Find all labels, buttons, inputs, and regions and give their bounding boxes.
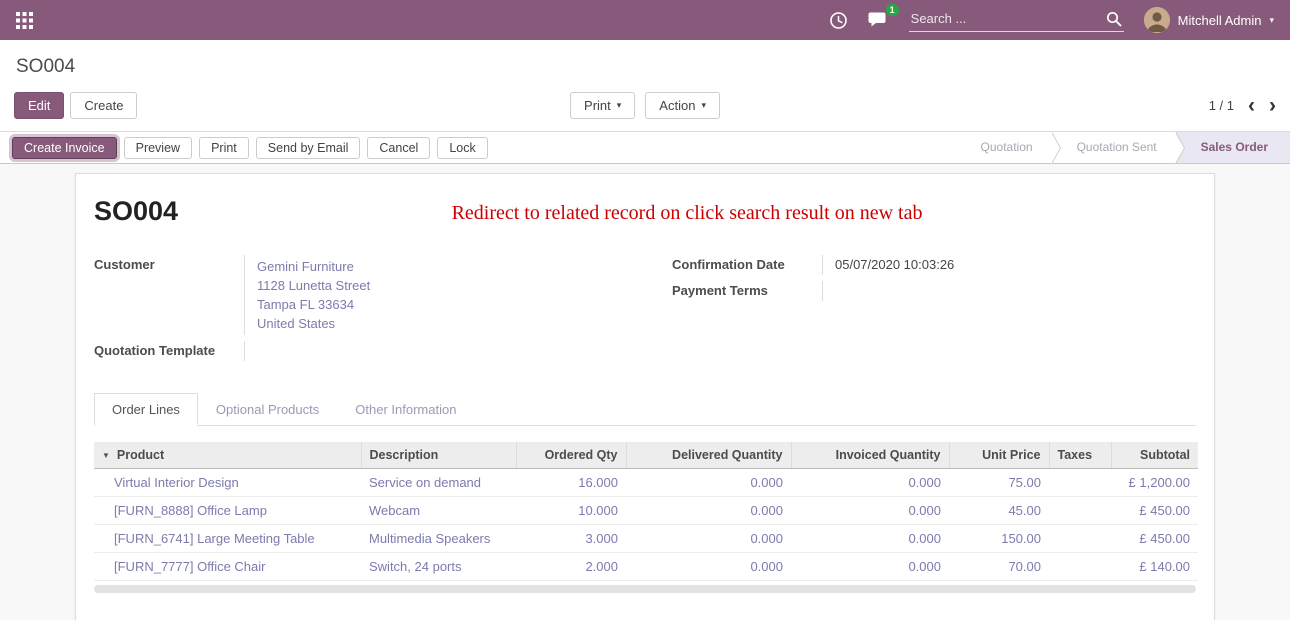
payment-terms-value xyxy=(822,281,1196,301)
global-search-input[interactable] xyxy=(911,11,1100,26)
pager-next-icon[interactable]: › xyxy=(1269,95,1276,116)
pager: 1 / 1 ‹ › xyxy=(720,95,1276,116)
pager-previous-icon[interactable]: ‹ xyxy=(1248,95,1255,116)
notebook-tabs: Order Lines Optional Products Other Info… xyxy=(94,393,1196,426)
customer-value[interactable]: Gemini Furniture 1128 Lunetta Street Tam… xyxy=(244,255,618,335)
lock-button[interactable]: Lock xyxy=(437,137,487,159)
apps-grid-glyph xyxy=(16,12,33,29)
statusbar-buttons: Create Invoice Preview Print Send by Ema… xyxy=(12,132,488,163)
column-header-unit-price[interactable]: Unit Price xyxy=(949,442,1049,469)
confirmation-date-value: 05/07/2020 10:03:26 xyxy=(822,255,1196,275)
create-button[interactable]: Create xyxy=(70,92,137,119)
column-header-taxes[interactable]: Taxes xyxy=(1049,442,1111,469)
step-quotation-sent[interactable]: Quotation Sent xyxy=(1051,132,1175,163)
red-annotation-text: Redirect to related record on click sear… xyxy=(178,196,1196,225)
tab-order-lines[interactable]: Order Lines xyxy=(94,393,198,426)
order-line-row[interactable]: Virtual Interior Design Service on deman… xyxy=(94,469,1198,497)
user-avatar xyxy=(1144,7,1170,33)
control-panel-buttons-row: Edit Create Print ▾ Action ▾ 1 / 1 ‹ › xyxy=(14,92,1276,119)
field-group-right: Confirmation Date 05/07/2020 10:03:26 Pa… xyxy=(672,255,1196,367)
pager-value: 1 / 1 xyxy=(1209,98,1234,113)
preview-button[interactable]: Preview xyxy=(124,137,192,159)
breadcrumb: SO004 xyxy=(16,56,1276,78)
quotation-template-label: Quotation Template xyxy=(94,341,244,361)
tab-optional-products[interactable]: Optional Products xyxy=(198,393,337,426)
cancel-button[interactable]: Cancel xyxy=(367,137,430,159)
order-line-row[interactable]: [FURN_8888] Office Lamp Webcam 10.000 0.… xyxy=(94,497,1198,525)
field-groups: Customer Gemini Furniture 1128 Lunetta S… xyxy=(94,255,1196,367)
confirmation-date-field: Confirmation Date 05/07/2020 10:03:26 xyxy=(672,255,1196,275)
table-horizontal-scrollbar[interactable] xyxy=(94,585,1196,593)
step-quotation[interactable]: Quotation xyxy=(955,132,1051,163)
column-header-product[interactable]: ▼Product xyxy=(94,442,361,469)
field-group-left: Customer Gemini Furniture 1128 Lunetta S… xyxy=(94,255,618,367)
tab-other-information[interactable]: Other Information xyxy=(337,393,474,426)
edit-button[interactable]: Edit xyxy=(14,92,64,119)
sort-caret-icon: ▼ xyxy=(102,451,110,460)
odoo-window: 1 Mitche xyxy=(0,0,1290,620)
column-header-ordered-qty[interactable]: Ordered Qty xyxy=(516,442,626,469)
user-menu[interactable]: Mitchell Admin ▾ xyxy=(1144,7,1274,33)
payment-terms-label: Payment Terms xyxy=(672,281,822,301)
confirmation-date-label: Confirmation Date xyxy=(672,255,822,275)
order-title: SO004 xyxy=(94,196,178,227)
order-lines-table: ▼Product Description Ordered Qty Deliver… xyxy=(94,442,1198,581)
user-menu-caret-icon: ▾ xyxy=(1269,15,1274,26)
statusbar-steps: Quotation Quotation Sent Sales Order xyxy=(955,132,1290,163)
order-line-row[interactable]: [FURN_6741] Large Meeting Table Multimed… xyxy=(94,525,1198,553)
caret-down-icon: ▾ xyxy=(617,100,622,111)
form-statusbar: Create Invoice Preview Print Send by Ema… xyxy=(0,131,1290,164)
record-action-group: Print ▾ Action ▾ xyxy=(570,92,720,119)
print-dropdown-button[interactable]: Print ▾ xyxy=(570,92,635,119)
control-panel: SO004 Edit Create Print ▾ Action ▾ 1 / 1… xyxy=(0,40,1290,131)
global-search-box xyxy=(909,9,1124,32)
table-header-row: ▼Product Description Ordered Qty Deliver… xyxy=(94,442,1198,469)
column-header-delivered-quantity[interactable]: Delivered Quantity xyxy=(626,442,791,469)
quotation-template-field: Quotation Template xyxy=(94,341,618,361)
caret-down-icon: ▾ xyxy=(701,100,706,111)
user-name: Mitchell Admin xyxy=(1178,13,1262,28)
search-icon[interactable] xyxy=(1106,11,1122,27)
send-by-email-button[interactable]: Send by Email xyxy=(256,137,361,159)
quotation-template-value xyxy=(244,341,618,361)
customer-field: Customer Gemini Furniture 1128 Lunetta S… xyxy=(94,255,618,335)
create-invoice-button[interactable]: Create Invoice xyxy=(12,137,117,159)
print-button[interactable]: Print xyxy=(199,137,249,159)
sales-order-sheet: SO004 Redirect to related record on clic… xyxy=(75,173,1215,620)
column-header-invoiced-quantity[interactable]: Invoiced Quantity xyxy=(791,442,949,469)
action-dropdown-button[interactable]: Action ▾ xyxy=(645,92,720,119)
form-view-content: SO004 Redirect to related record on clic… xyxy=(0,164,1290,620)
customer-label: Customer xyxy=(94,255,244,335)
messages-icon[interactable]: 1 xyxy=(868,11,889,29)
sheet-header: SO004 Redirect to related record on clic… xyxy=(94,196,1196,227)
navbar-systray: 1 Mitche xyxy=(829,7,1274,33)
top-navbar: 1 Mitche xyxy=(0,0,1290,40)
step-sales-order[interactable]: Sales Order xyxy=(1175,132,1290,163)
record-edit-group: Edit Create xyxy=(14,92,570,119)
order-line-row[interactable]: [FURN_7777] Office Chair Switch, 24 port… xyxy=(94,553,1198,581)
column-header-subtotal[interactable]: Subtotal xyxy=(1111,442,1198,469)
messages-count-badge: 1 xyxy=(886,4,899,16)
apps-menu-icon[interactable] xyxy=(16,12,33,29)
payment-terms-field: Payment Terms xyxy=(672,281,1196,301)
column-header-description[interactable]: Description xyxy=(361,442,516,469)
activities-clock-icon[interactable] xyxy=(829,11,848,30)
